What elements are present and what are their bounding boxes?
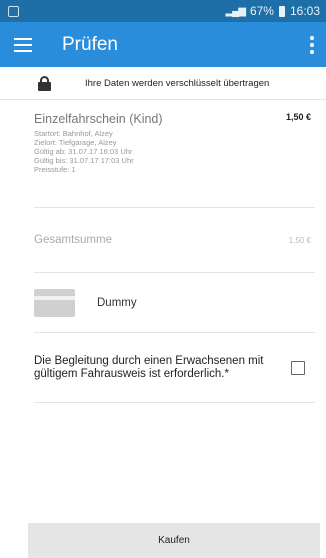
ticket-destination: Zielort: Tiefgarage, Alzey — [34, 138, 117, 147]
signal-icon: ▂▄▆ — [225, 5, 245, 17]
clock: 16:03 — [289, 4, 320, 18]
ticket-valid-from: Gültig ab: 31.07.17 16:03 Uhr — [34, 147, 133, 156]
buy-button[interactable]: Kaufen — [28, 523, 320, 558]
battery-icon — [278, 5, 285, 17]
total-row: Gesamtsumme 1,50 € — [34, 208, 315, 273]
status-bar: ▂▄▆ 67% 16:03 — [0, 0, 326, 22]
ticket-fare-level: Preisstufe: 1 — [34, 165, 76, 174]
lock-icon — [38, 75, 51, 91]
ticket-start: Startort: Bahnhof, Alzey — [34, 129, 113, 138]
secure-notice: Ihre Daten werden verschlüsselt übertrag… — [0, 67, 326, 100]
ticket-valid-until: Gültig bis: 31.07.17 17:03 Uhr — [34, 156, 134, 165]
ticket-summary: Einzelfahrschein (Kind) 1,50 € Startort:… — [34, 100, 315, 208]
page-title: Prüfen — [62, 33, 118, 55]
ticket-title: Einzelfahrschein (Kind) — [34, 112, 163, 126]
notification-icon — [8, 5, 19, 17]
payment-method-label: Dummy — [97, 296, 137, 309]
escort-consent-text: Die Begleitung durch einen Erwachsenen m… — [34, 354, 264, 380]
total-value: 1,50 € — [288, 235, 311, 245]
battery-percent: 67% — [249, 4, 274, 18]
ticket-details: Startort: Bahnhof, Alzey Zielort: Tiefga… — [34, 129, 315, 174]
status-indicators: ▂▄▆ 67% 16:03 — [225, 4, 320, 18]
app-bar: Prüfen — [0, 22, 326, 67]
escort-consent-row: Die Begleitung durch einen Erwachsenen m… — [34, 333, 315, 403]
payment-method-row[interactable]: Dummy — [34, 273, 315, 333]
total-label: Gesamtsumme — [34, 234, 112, 246]
escort-consent-checkbox[interactable] — [291, 360, 305, 375]
credit-card-icon — [34, 288, 75, 317]
ticket-price: 1,50 € — [285, 112, 311, 122]
secure-notice-text: Ihre Daten werden verschlüsselt übertrag… — [85, 77, 270, 89]
overflow-menu-icon[interactable] — [306, 35, 318, 54]
menu-icon[interactable] — [14, 37, 32, 52]
